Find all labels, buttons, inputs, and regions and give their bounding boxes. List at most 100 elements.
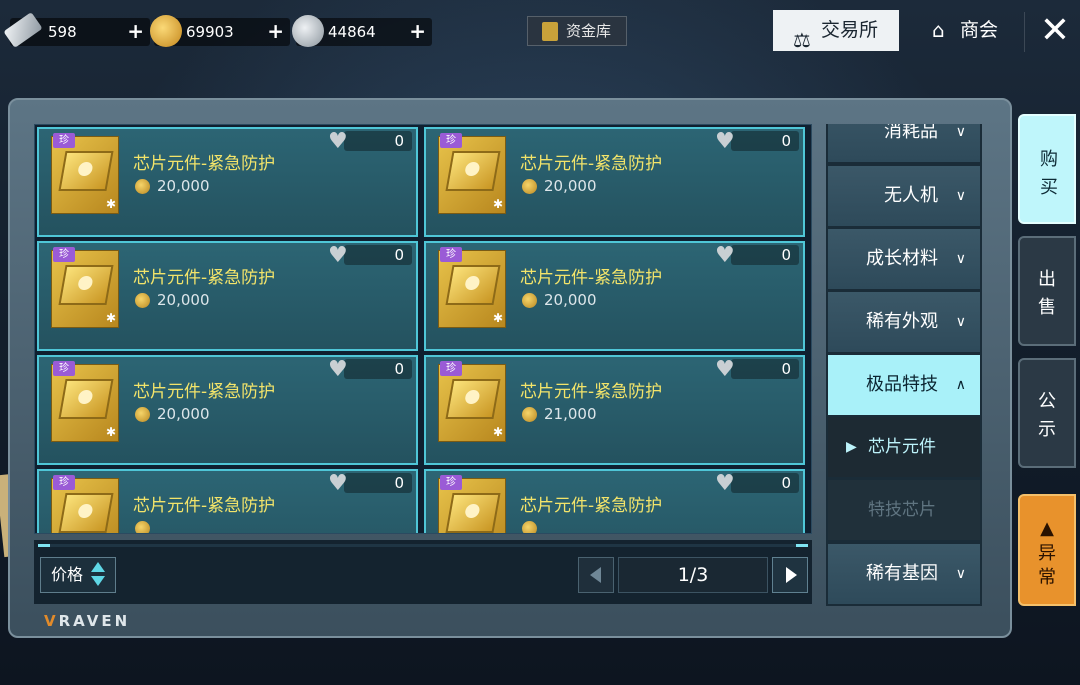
warning-icon: ▲ [1040, 518, 1054, 539]
item-name: 芯片元件-紧急防护 [133, 496, 276, 516]
chip-icon [58, 265, 114, 305]
scroll-indicator [38, 544, 808, 547]
tab-abnormal-label: 异常 [1038, 543, 1056, 588]
category-rare-genes[interactable]: 稀有基因 ∨ [828, 544, 980, 604]
gold-coin-icon [135, 521, 150, 533]
gold-coin-icon [522, 293, 537, 308]
category-consumables[interactable]: 消耗品 ∨ [828, 124, 980, 162]
tab-abnormal[interactable]: ▲ 异常 [1018, 494, 1076, 606]
gear-icon: ✱ [492, 197, 503, 211]
favorite-counter[interactable]: ♥ 0 [715, 243, 799, 268]
ledger-icon [542, 22, 558, 41]
gold-coin-icon [135, 179, 150, 194]
tab-guild-label: 商会 [960, 19, 999, 41]
tab-buy[interactable]: 购买 [1018, 114, 1076, 224]
favorite-counter[interactable]: ♥ 0 [328, 471, 412, 496]
category-premium-skills[interactable]: 极品特技 ∧ [828, 355, 980, 415]
heart-icon[interactable]: ♥ [328, 129, 348, 154]
currency-value: 69903 [186, 23, 234, 41]
favorite-count: 0 [781, 474, 791, 492]
subcategory-chip-components[interactable]: ▶ 芯片元件 [828, 417, 980, 477]
play-arrow-icon: ▶ [846, 439, 857, 455]
tab-notice[interactable]: 公示 [1018, 358, 1076, 468]
item-name: 芯片元件-紧急防护 [520, 268, 663, 288]
vault-button[interactable]: 资金库 [527, 16, 627, 46]
gear-icon: ✱ [105, 311, 116, 325]
currency-silver-bar: 598 + [3, 12, 150, 48]
add-currency-button[interactable]: + [267, 19, 284, 43]
item-price: 20,000 [544, 291, 597, 309]
category-label: 极品特技 [866, 374, 938, 395]
favorite-count: 0 [394, 360, 404, 378]
tab-exchange[interactable]: ⚖ 交易所 [773, 10, 899, 52]
subcategory-skill-chips[interactable]: 特技芯片 [828, 480, 980, 540]
tab-exchange-label: 交易所 [821, 19, 879, 41]
tab-sell[interactable]: 出售 [1018, 236, 1076, 346]
sort-price-button[interactable]: 价格 [40, 557, 116, 593]
heart-icon[interactable]: ♥ [715, 129, 735, 154]
favorite-counter[interactable]: ♥ 0 [715, 129, 799, 154]
category-rare-skins[interactable]: 稀有外观 ∨ [828, 292, 980, 352]
chevron-up-icon: ∧ [955, 377, 966, 393]
gold-coin-icon [522, 521, 537, 533]
add-currency-button[interactable]: + [409, 19, 426, 43]
category-growth-materials[interactable]: 成长材料 ∨ [828, 229, 980, 289]
heart-icon[interactable]: ♥ [715, 243, 735, 268]
tab-guild[interactable]: ⌂ 商会 [920, 10, 1020, 51]
gold-coin-icon [135, 293, 150, 308]
tab-sell-label: 出售 [1038, 269, 1056, 318]
item-price: 20,000 [157, 405, 210, 423]
top-bar: 598 + 69903 + 44864 + 资金库 ⚖ 交易所 ⌂ 商会 ✕ [0, 0, 1080, 64]
currency-silver: 44864 + [292, 15, 432, 47]
gold-coin-icon [135, 407, 150, 422]
favorite-counter[interactable]: ♥ 0 [715, 357, 799, 382]
favorite-counter[interactable]: ♥ 0 [328, 129, 412, 154]
favorite-counter[interactable]: ♥ 0 [328, 243, 412, 268]
item-name: 芯片元件-紧急防护 [520, 496, 663, 516]
rarity-badge: 珍 [440, 361, 462, 376]
favorite-count: 0 [781, 132, 791, 150]
category-label: 消耗品 [884, 124, 938, 142]
vault-label: 资金库 [566, 22, 612, 40]
rarity-badge: 珍 [440, 133, 462, 148]
item-card[interactable]: ✱ 珍 芯片元件-紧急防护 20,000 ♥ 0 [37, 241, 418, 351]
prev-page-button[interactable] [578, 557, 614, 593]
heart-icon[interactable]: ♥ [715, 471, 735, 496]
silver-coin-icon [292, 15, 324, 47]
favorite-count: 0 [394, 246, 404, 264]
rarity-badge: 珍 [53, 361, 75, 376]
item-card[interactable]: ✱ 珍 芯片元件-紧急防护 ♥0 [37, 469, 418, 533]
favorite-counter[interactable]: ♥ 0 [715, 471, 799, 496]
divider [1024, 12, 1025, 52]
subcategory-label: 特技芯片 [868, 500, 936, 520]
item-card[interactable]: ✱ 珍 芯片元件-紧急防护 20,000 ♥ 0 [37, 127, 418, 237]
add-currency-button[interactable]: + [127, 19, 144, 43]
tab-buy-label: 购买 [1040, 149, 1058, 198]
heart-icon[interactable]: ♥ [328, 357, 348, 382]
item-card[interactable]: ✱ 珍 芯片元件-紧急防护 ♥0 [424, 469, 805, 533]
heart-icon[interactable]: ♥ [328, 471, 348, 496]
item-card[interactable]: ✱ 珍 芯片元件-紧急防护 20,000 ♥ 0 [424, 241, 805, 351]
category-label: 稀有基因 [866, 563, 938, 584]
favorite-counter[interactable]: ♥ 0 [328, 357, 412, 382]
chip-icon [58, 151, 114, 191]
item-price: 20,000 [157, 291, 210, 309]
category-drones[interactable]: 无人机 ∨ [828, 166, 980, 226]
close-icon[interactable]: ✕ [1037, 13, 1073, 50]
chip-icon [58, 379, 114, 419]
chevron-down-icon: ∨ [955, 566, 966, 582]
heart-icon[interactable]: ♥ [715, 357, 735, 382]
gear-icon: ✱ [492, 425, 503, 439]
gear-icon: ✱ [105, 197, 116, 211]
rarity-badge: 珍 [440, 475, 462, 490]
item-card[interactable]: ✱ 珍 芯片元件-紧急防护 21,000 ♥ 0 [424, 355, 805, 465]
heart-icon[interactable]: ♥ [328, 243, 348, 268]
item-card[interactable]: ✱ 珍 芯片元件-紧急防护 20,000 ♥ 0 [424, 127, 805, 237]
favorite-count: 0 [394, 474, 404, 492]
rarity-badge: 珍 [53, 475, 75, 490]
chevron-down-icon: ∨ [955, 314, 966, 330]
item-card[interactable]: ✱ 珍 芯片元件-紧急防护 20,000 ♥ 0 [37, 355, 418, 465]
gold-coin-icon [522, 407, 537, 422]
next-page-button[interactable] [772, 557, 808, 593]
sort-arrows-icon [91, 562, 105, 588]
